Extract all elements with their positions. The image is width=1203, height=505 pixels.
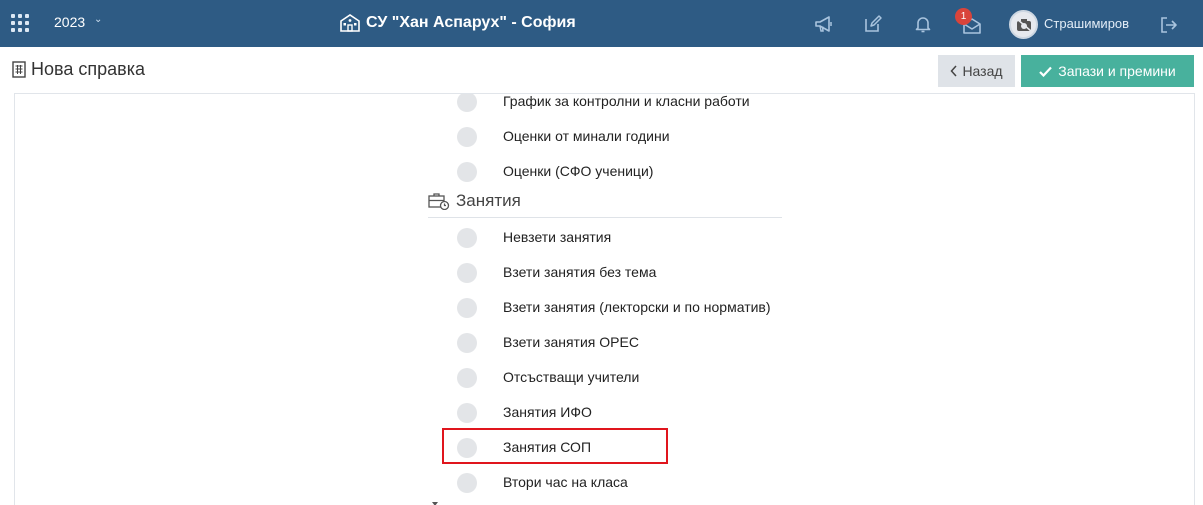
- username[interactable]: Страшимиров: [1044, 16, 1129, 31]
- report-option-radio[interactable]: Оценки (СФО ученици): [457, 161, 653, 183]
- report-option-radio[interactable]: Взети занятия без тема: [457, 262, 656, 284]
- save-and-continue-button[interactable]: Запази и премини: [1021, 55, 1194, 87]
- radio-button[interactable]: [457, 368, 477, 388]
- school-building-icon: [340, 14, 360, 32]
- check-icon: [1039, 66, 1053, 77]
- radio-button[interactable]: [457, 94, 477, 112]
- report-option-label: График за контролни и класни работи: [503, 93, 750, 109]
- page-title: Нова справка: [12, 59, 145, 80]
- radio-button[interactable]: [457, 473, 477, 493]
- radio-button[interactable]: [457, 228, 477, 248]
- radio-button[interactable]: [457, 403, 477, 423]
- top-navbar: 2023 ⌄ СУ "Хан Аспарух" - София 1 Страши…: [0, 0, 1203, 47]
- school-title: СУ "Хан Аспарух" - София: [340, 12, 576, 34]
- bell-icon[interactable]: [913, 14, 933, 34]
- apps-grid-icon[interactable]: [11, 14, 29, 32]
- report-option-label: Втори час на класа: [503, 474, 628, 490]
- report-option-label: Взети занятия (лекторски и по норматив): [503, 299, 771, 315]
- save-button-label: Запази и премини: [1058, 63, 1176, 79]
- selection-highlight-box: [442, 428, 668, 464]
- page-title-text: Нова справка: [31, 59, 145, 79]
- avatar[interactable]: [1009, 10, 1038, 39]
- school-name: СУ "Хан Аспарух" - София: [366, 14, 576, 31]
- report-option-radio[interactable]: Втори час на класа: [457, 472, 628, 494]
- report-option-label: Взети занятия ОРЕС: [503, 334, 639, 350]
- year-selector[interactable]: 2023: [54, 14, 85, 30]
- report-option-radio[interactable]: График за контролни и класни работи: [457, 94, 750, 113]
- report-option-radio[interactable]: Взети занятия ОРЕС: [457, 332, 639, 354]
- report-document-icon: [12, 61, 26, 78]
- logout-icon[interactable]: [1159, 15, 1179, 35]
- radio-button[interactable]: [457, 333, 477, 353]
- back-button[interactable]: Назад: [938, 55, 1015, 87]
- report-option-label: Оценки от минали години: [503, 128, 670, 144]
- report-option-radio[interactable]: Невзети занятия: [457, 227, 611, 249]
- camera-off-icon: [1016, 17, 1031, 32]
- radio-button[interactable]: [457, 127, 477, 147]
- report-option-radio[interactable]: Занятия ИФО: [457, 402, 592, 424]
- report-option-label: Взети занятия без тема: [503, 264, 657, 280]
- section-title: Занятия: [456, 191, 521, 210]
- report-option-label: Невзети занятия: [503, 229, 612, 245]
- report-option-radio[interactable]: Оценки от минали години: [457, 126, 670, 148]
- edit-icon[interactable]: [863, 14, 883, 34]
- report-options-panel: График за контролни и класни работи Оцен…: [14, 93, 1195, 505]
- report-option-radio[interactable]: Отсъстващи учители: [457, 367, 639, 389]
- megaphone-icon[interactable]: [814, 14, 834, 34]
- section-header-zanyatiya: Занятия: [428, 192, 782, 218]
- back-button-label: Назад: [962, 63, 1003, 79]
- radio-button[interactable]: [457, 298, 477, 318]
- report-option-label: Оценки (СФО ученици): [503, 163, 654, 179]
- briefcase-clock-icon: [428, 193, 450, 210]
- chevron-down-icon[interactable]: ⌄: [94, 14, 102, 25]
- report-option-label: Отсъстващи учители: [503, 369, 640, 385]
- notification-badge: 1: [955, 8, 972, 25]
- report-option-radio[interactable]: Взети занятия (лекторски и по норматив): [457, 297, 771, 319]
- report-option-label: Занятия ИФО: [503, 404, 592, 420]
- radio-button[interactable]: [457, 263, 477, 283]
- chevron-left-icon: [950, 65, 957, 77]
- radio-button[interactable]: [457, 162, 477, 182]
